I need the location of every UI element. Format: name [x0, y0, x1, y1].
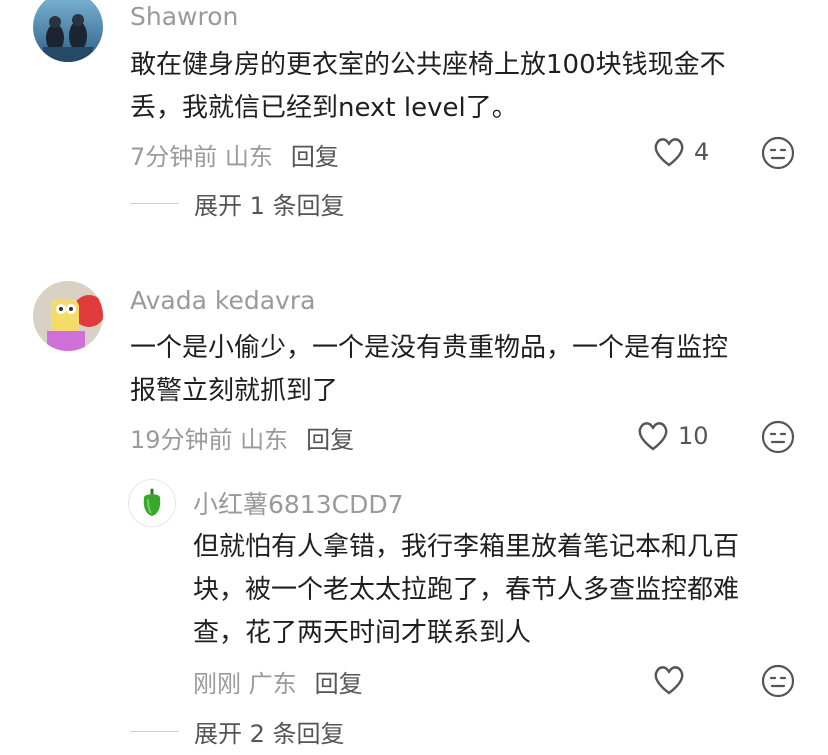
reply-button[interactable]: 回复	[315, 670, 363, 698]
avatar-shawron[interactable]	[33, 0, 103, 62]
like-button[interactable]	[652, 664, 686, 696]
avatar-xiaohongshu-user[interactable]	[128, 479, 176, 527]
expand-replies-label: 展开 1 条回复	[194, 192, 345, 220]
comment-meta: 19分钟前 山东 回复	[130, 420, 354, 455]
like-button[interactable]: 4	[652, 136, 709, 168]
comment-text-line: 报警立刻就抓到了	[130, 376, 339, 406]
diver-avatar-image	[33, 0, 103, 62]
avatar-avada-kedavra[interactable]	[33, 281, 103, 351]
comment-time-location: 7分钟前 山东	[130, 143, 273, 171]
heart-icon	[654, 666, 684, 695]
commenter-name[interactable]: 小红薯6813CDD7	[193, 485, 404, 521]
neutral-face-icon	[761, 664, 795, 698]
comment-time-location: 19分钟前 山东	[130, 426, 289, 454]
green-pepper-icon	[129, 480, 175, 526]
expand-replies-button[interactable]: 展开 1 条回复	[130, 186, 345, 221]
reply-button[interactable]: 回复	[291, 143, 339, 171]
reply-text-line: 但就怕有人拿错，我行李箱里放着笔记本和几百	[193, 532, 740, 562]
dislike-button[interactable]	[761, 136, 795, 174]
dislike-button[interactable]	[761, 420, 795, 458]
dislike-button[interactable]	[761, 664, 795, 702]
cartoon-avatar-image	[33, 281, 103, 351]
divider-line	[130, 731, 178, 732]
expand-replies-label: 展开 2 条回复	[194, 720, 345, 748]
comment-text-line: 一个是小偷少，一个是没有贵重物品，一个是有监控	[130, 333, 729, 363]
comment-text-line: 丢，我就信已经到next level了。	[130, 93, 518, 123]
like-button[interactable]: 10	[636, 420, 709, 452]
neutral-face-icon	[761, 136, 795, 170]
comment-meta: 7分钟前 山东 回复	[130, 137, 339, 172]
comment-text-line: 敢在健身房的更衣室的公共座椅上放100块钱现金不	[130, 50, 726, 80]
like-count: 4	[694, 138, 710, 166]
reply-time-location: 刚刚 广东	[193, 670, 297, 698]
neutral-face-icon	[761, 420, 795, 454]
reply-button[interactable]: 回复	[306, 426, 354, 454]
divider-line	[130, 203, 178, 204]
commenter-name[interactable]: Avada kedavra	[130, 286, 315, 315]
heart-icon	[638, 422, 668, 451]
heart-icon	[654, 138, 684, 167]
expand-replies-button[interactable]: 展开 2 条回复	[130, 714, 345, 749]
like-count: 10	[678, 422, 709, 450]
reply-meta: 刚刚 广东 回复	[193, 664, 363, 699]
reply-text-line: 块，被一个老太太拉跑了，春节人多查监控都难	[193, 575, 740, 605]
commenter-name[interactable]: Shawron	[130, 2, 238, 31]
reply-text-line: 查，花了两天时间才联系到人	[193, 618, 532, 648]
